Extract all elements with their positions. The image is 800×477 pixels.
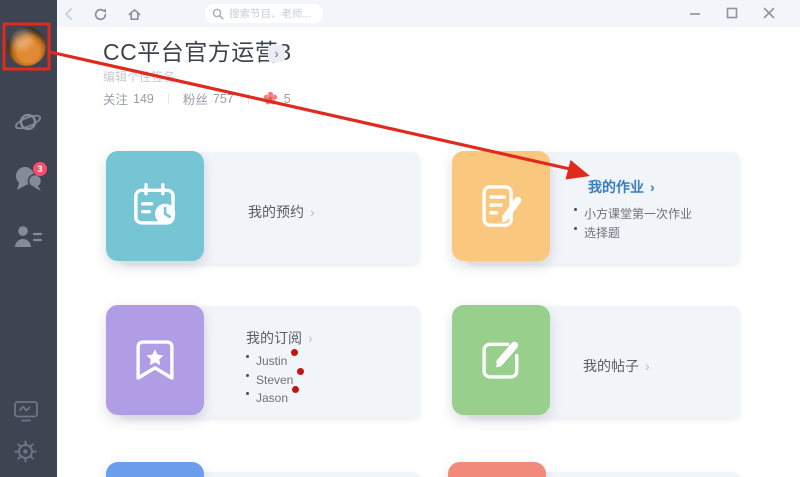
page-title: CC平台官方运营3 xyxy=(103,39,292,65)
chevron-right-icon: › xyxy=(645,358,650,374)
chevron-right-icon: › xyxy=(650,179,655,195)
chevron-right-icon: › xyxy=(310,204,315,220)
notification-dot xyxy=(292,386,300,393)
fans-label: 粉丝 xyxy=(182,93,208,107)
homework-card-tile[interactable] xyxy=(452,151,550,261)
homework-item[interactable]: 选择题 xyxy=(574,224,620,241)
close-button[interactable] xyxy=(760,5,778,21)
profile-expand-button[interactable]: › xyxy=(268,45,285,62)
flower-count: 5 xyxy=(283,91,291,106)
edit-square-icon xyxy=(474,333,528,387)
settings-gear-icon[interactable] xyxy=(13,439,38,464)
homework-item[interactable]: 小方课堂第一次作业 xyxy=(574,205,692,222)
refresh-icon[interactable] xyxy=(91,5,109,23)
reservation-card-tile[interactable] xyxy=(106,151,204,261)
minimize-button[interactable] xyxy=(686,5,704,21)
search-bar[interactable] xyxy=(205,4,323,23)
contacts-icon[interactable] xyxy=(13,225,43,249)
bullet-dot xyxy=(574,208,577,211)
fans-count: 757 xyxy=(212,91,234,106)
bullet-dot xyxy=(246,374,249,377)
edit-signature-link[interactable]: 编辑个性签名 xyxy=(103,68,175,85)
bullet-dot xyxy=(574,227,577,230)
divider xyxy=(167,93,169,104)
bookmark-star-icon xyxy=(128,333,182,387)
home-icon[interactable] xyxy=(125,5,143,23)
partial-right-card-tile[interactable] xyxy=(448,462,546,477)
posts-card-label[interactable]: 我的帖子 › xyxy=(583,356,650,376)
title-bar xyxy=(57,0,800,27)
subscription-item[interactable]: Steven xyxy=(246,368,305,387)
chevron-right-icon: › xyxy=(274,46,279,61)
live-monitor-icon[interactable] xyxy=(13,400,39,423)
avatar[interactable] xyxy=(7,27,46,66)
chevron-right-icon: › xyxy=(308,330,313,346)
partial-left-card-tile[interactable] xyxy=(106,462,204,477)
subscription-card-label[interactable]: 我的订阅 › xyxy=(246,328,313,348)
discover-planet-icon[interactable] xyxy=(13,108,43,136)
bullet-dot xyxy=(246,392,249,395)
divider xyxy=(247,93,249,104)
subscription-card-tile[interactable] xyxy=(106,305,204,415)
reservation-card-label[interactable]: 我的预约 › xyxy=(248,202,315,222)
following-label: 关注 xyxy=(103,93,129,107)
posts-card-tile[interactable] xyxy=(452,305,550,415)
subscription-item[interactable]: Jason xyxy=(246,386,300,405)
sidebar: 3 xyxy=(0,0,57,477)
subscription-item[interactable]: Justin xyxy=(246,349,299,368)
unread-badge: 3 xyxy=(33,162,47,176)
flower-icon xyxy=(263,91,278,106)
back-icon[interactable] xyxy=(60,5,78,23)
search-icon xyxy=(212,8,224,20)
calendar-clock-icon xyxy=(128,179,182,233)
search-input[interactable] xyxy=(229,7,319,20)
bullet-dot xyxy=(246,355,249,358)
maximize-button[interactable] xyxy=(723,5,741,21)
following-count: 149 xyxy=(133,91,154,106)
homework-doc-pencil-icon xyxy=(474,179,528,233)
profile-stats: 关注 149 粉丝 757 5 xyxy=(103,89,291,108)
homework-card-label[interactable]: 我的作业 › xyxy=(588,177,655,197)
